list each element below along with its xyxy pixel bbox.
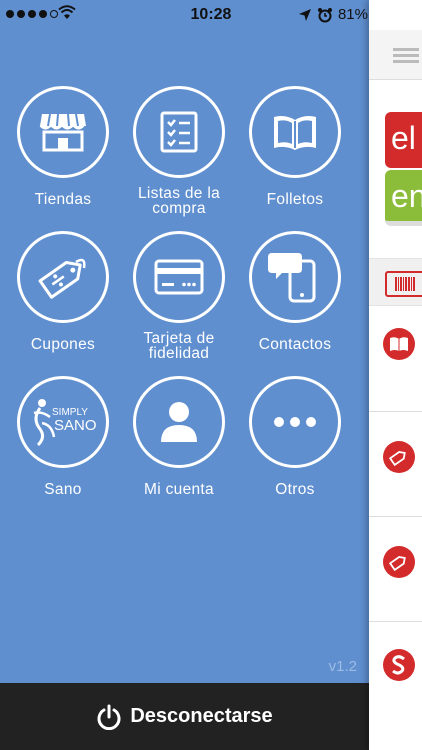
user-icon	[161, 402, 197, 442]
app-version: v1.2	[328, 658, 357, 675]
brand-logo-bottom: en	[385, 170, 422, 226]
checklist-icon	[160, 111, 198, 153]
main-content-peek[interactable]: el en	[369, 0, 422, 750]
brand-logo-top: el	[385, 112, 422, 168]
menu-item-label: Folletos	[266, 191, 324, 208]
menu-item-folletos-circle	[249, 86, 341, 178]
menu-item-tarjeta-circle	[133, 231, 225, 323]
menu-item-label: Mi cuenta	[144, 481, 214, 498]
svg-text:SANO: SANO	[54, 417, 97, 434]
menu-item-label: Sano	[44, 481, 82, 498]
coupon-tag-icon	[383, 546, 415, 578]
menu-item-cupones-circle	[17, 231, 109, 323]
credit-card-icon	[154, 259, 204, 295]
menu-item-sano[interactable]: SIMPLY SANO Sano	[5, 376, 121, 497]
coupon-tag-icon	[383, 441, 415, 473]
main-menu: Tiendas Listas de la compra Folletos Cup…	[0, 30, 369, 683]
alarm-clock-icon	[317, 7, 332, 22]
content-top-bar	[369, 30, 422, 80]
more-dots-icon	[274, 417, 316, 427]
menu-item-otros-circle	[249, 376, 341, 468]
menu-item-mi-cuenta-circle	[133, 376, 225, 468]
book-icon	[274, 116, 316, 150]
phone-chat-icon	[268, 253, 316, 303]
logout-label: Desconectarse	[130, 705, 273, 727]
menu-item-contactos-circle	[249, 231, 341, 323]
menu-item-listas[interactable]: Listas de la compra	[121, 86, 237, 216]
menu-item-label: Tiendas	[34, 191, 92, 208]
hamburger-menu-icon[interactable]	[393, 48, 419, 66]
menu-item-label: Listas de la compra	[137, 185, 220, 217]
menu-item-sano-circle: SIMPLY SANO	[17, 376, 109, 468]
menu-item-label: Tarjeta de fidelidad	[143, 330, 215, 362]
menu-item-contactos[interactable]: Contactos	[237, 231, 353, 352]
barcode-button[interactable]	[369, 258, 422, 306]
location-arrow-icon	[298, 8, 311, 21]
power-icon	[97, 704, 121, 730]
sano-s-icon	[383, 649, 415, 681]
list-item[interactable]	[369, 308, 422, 412]
simply-sano-logo: SIMPLY SANO	[33, 399, 97, 447]
status-bar: 10:28 81%	[0, 0, 422, 30]
battery-percent: 81%	[337, 6, 368, 23]
menu-item-tiendas-circle	[17, 86, 109, 178]
list-item[interactable]	[369, 413, 422, 517]
menu-item-listas-circle	[133, 86, 225, 178]
menu-item-otros[interactable]: Otros	[237, 376, 353, 497]
barcode-icon	[385, 271, 422, 297]
logout-button[interactable]: Desconectarse	[0, 683, 369, 750]
list-item[interactable]	[369, 518, 422, 622]
menu-item-folletos[interactable]: Folletos	[237, 86, 353, 207]
coupon-tag-icon	[38, 258, 86, 299]
menu-item-label: Contactos	[258, 336, 332, 353]
menu-item-tarjeta[interactable]: Tarjeta de fidelidad	[121, 231, 237, 361]
store-icon	[39, 113, 86, 152]
list-item[interactable]	[369, 623, 422, 727]
menu-item-mi-cuenta[interactable]: Mi cuenta	[121, 376, 237, 497]
menu-item-cupones[interactable]: Cupones	[5, 231, 121, 352]
book-icon	[383, 328, 415, 360]
menu-item-label: Otros	[275, 481, 315, 498]
menu-item-label: Cupones	[30, 336, 96, 353]
menu-item-tiendas[interactable]: Tiendas	[5, 86, 121, 207]
